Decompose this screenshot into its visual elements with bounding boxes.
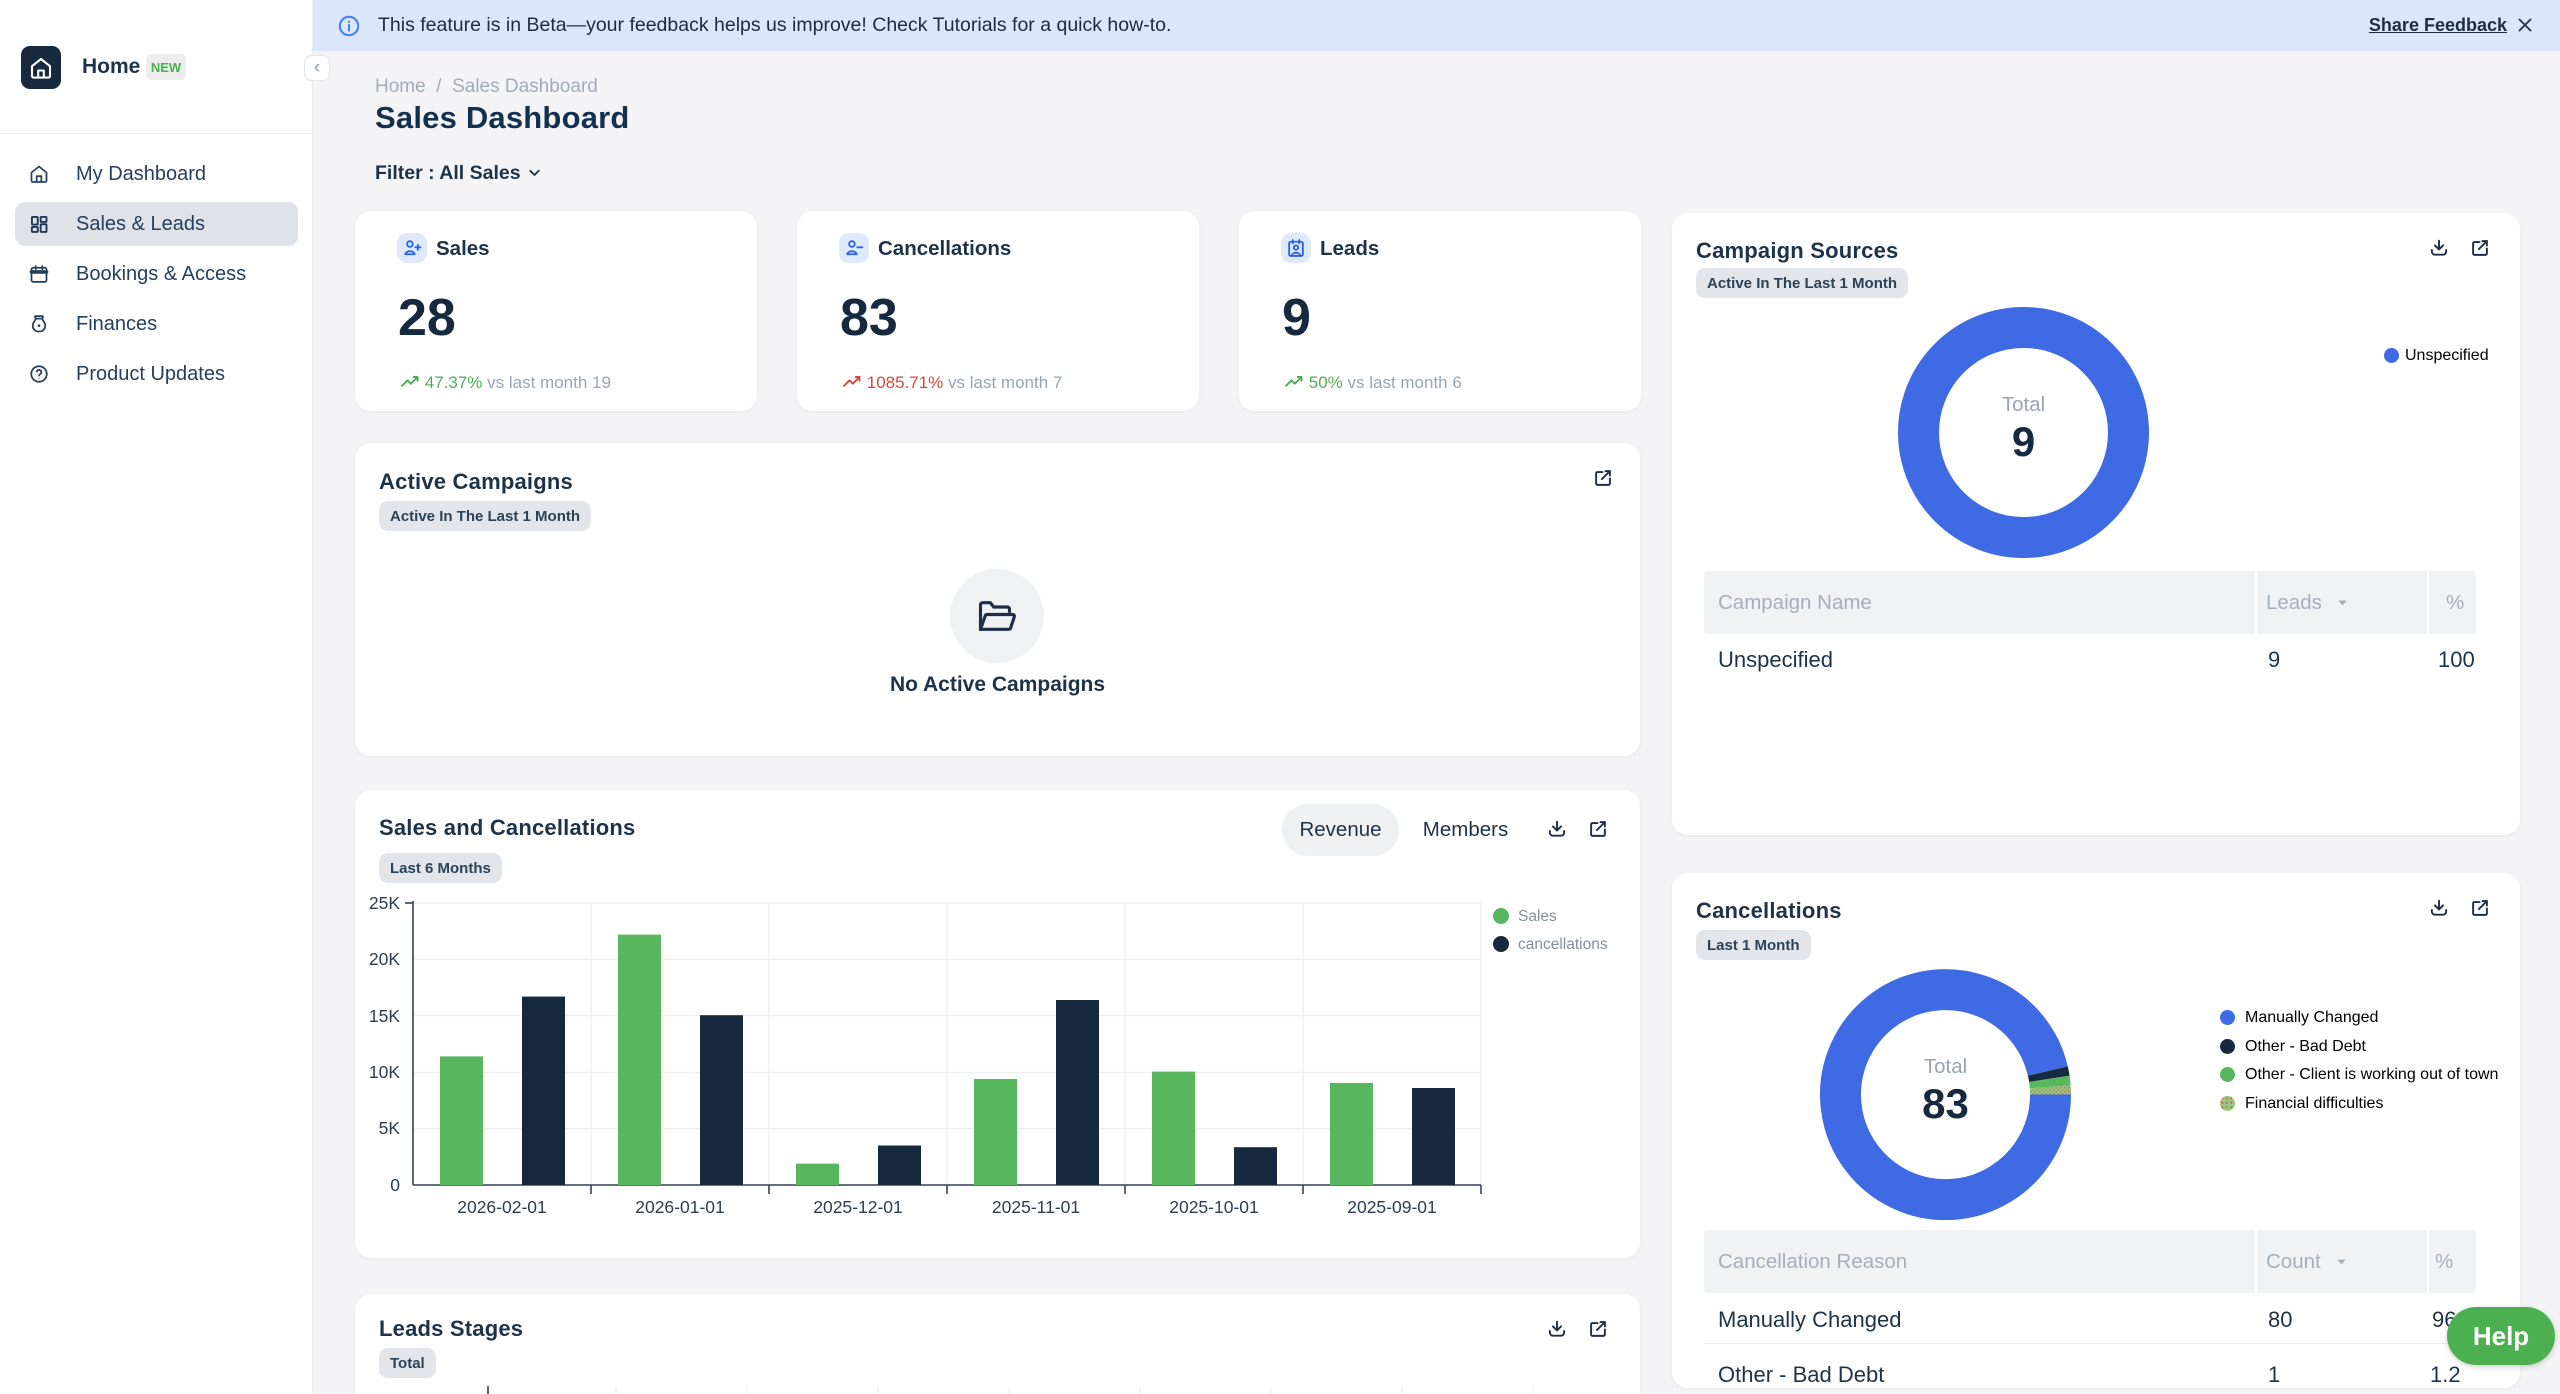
svg-text:5K: 5K [379, 1118, 401, 1138]
svg-text:2025-10-01: 2025-10-01 [1169, 1197, 1259, 1217]
svg-text:2025-12-01: 2025-12-01 [813, 1197, 903, 1217]
svg-text:Sales: Sales [1518, 908, 1557, 925]
svg-text:2025-09-01: 2025-09-01 [1347, 1197, 1437, 1217]
svg-text:25K: 25K [369, 893, 400, 913]
svg-text:2026-01-01: 2026-01-01 [635, 1197, 725, 1217]
svg-text:10K: 10K [369, 1062, 400, 1082]
svg-text:2025-11-01: 2025-11-01 [992, 1197, 1080, 1217]
svg-text:0: 0 [390, 1175, 400, 1195]
svg-text:15K: 15K [369, 1006, 400, 1026]
svg-text:2026-02-01: 2026-02-01 [457, 1197, 547, 1217]
svg-text:cancellations: cancellations [1518, 936, 1608, 953]
svg-text:20K: 20K [369, 949, 400, 969]
